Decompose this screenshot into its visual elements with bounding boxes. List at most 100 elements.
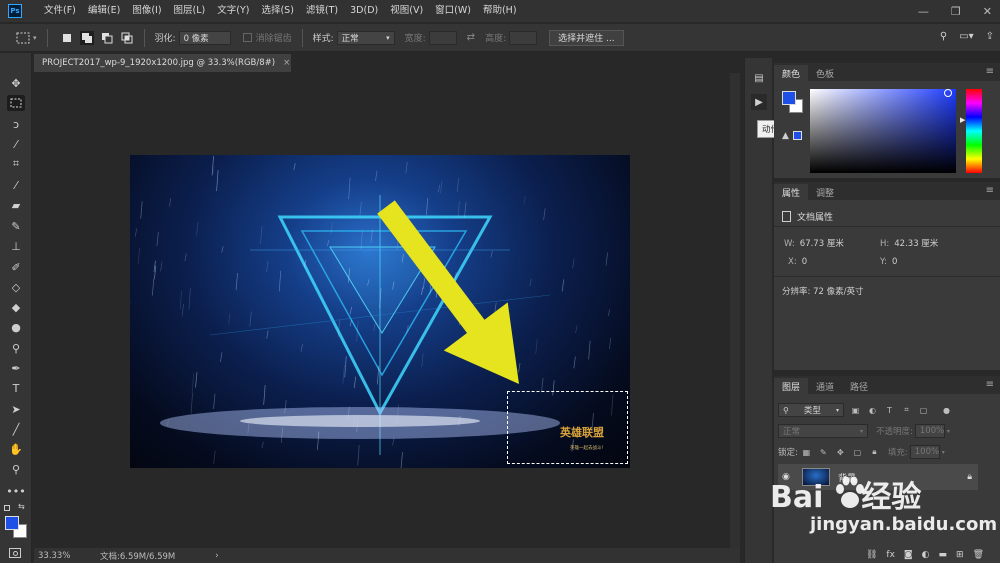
vertical-scrollbar[interactable]: [730, 73, 740, 548]
tab-layers[interactable]: 图层: [774, 378, 809, 394]
zoom-level[interactable]: 33.33%: [34, 551, 78, 561]
close-icon[interactable]: ✕: [983, 5, 992, 18]
width-property-value[interactable]: 67.73 厘米: [800, 239, 844, 249]
tab-swatches[interactable]: 色板: [808, 65, 842, 81]
menu-edit[interactable]: 编辑(E): [82, 0, 126, 22]
feather-input[interactable]: 0 像素: [178, 30, 231, 45]
menu-type[interactable]: 文字(Y): [211, 0, 255, 22]
filter-toggle-icon[interactable]: ●: [941, 405, 952, 416]
lock-transparency-icon[interactable]: ▦: [801, 447, 812, 458]
select-and-mask-button[interactable]: 选择并遮住 ...: [549, 29, 624, 46]
layer-filter-select[interactable]: ⚲ 类型 ▾: [778, 403, 844, 417]
paint-bucket-tool-icon[interactable]: ◆: [7, 299, 25, 315]
add-mask-icon[interactable]: ◙: [904, 550, 913, 560]
lock-position-icon[interactable]: ✥: [835, 447, 846, 458]
swap-colors-icon[interactable]: ⇆: [18, 502, 25, 511]
path-selection-tool-icon[interactable]: ➤: [7, 401, 25, 417]
filter-pixel-icon[interactable]: ▣: [850, 405, 861, 416]
history-panel-icon[interactable]: ▤: [751, 70, 767, 86]
blend-mode-select[interactable]: 正常 ▾: [778, 424, 868, 438]
minimize-icon[interactable]: —: [918, 5, 929, 18]
eraser-tool-icon[interactable]: ◇: [7, 279, 25, 295]
menu-3d[interactable]: 3D(D): [344, 0, 384, 22]
document-tab[interactable]: PROJECT2017_wp-9_1920x1200.jpg @ 33.3%(R…: [34, 54, 291, 72]
new-layer-icon[interactable]: ⊞: [956, 550, 964, 560]
more-tools-icon[interactable]: •••: [6, 483, 25, 499]
menu-image[interactable]: 图像(I): [126, 0, 167, 22]
filter-adjustment-icon[interactable]: ◐: [867, 405, 878, 416]
web-safe-color-swatch[interactable]: [793, 131, 802, 140]
magic-wand-tool-icon[interactable]: ⁄: [7, 136, 25, 152]
marquee-preset-icon[interactable]: [16, 31, 30, 45]
gamut-warning-icon[interactable]: ▲: [782, 131, 789, 141]
x-property-value[interactable]: 0: [802, 257, 807, 267]
trash-icon[interactable]: 🗑︎: [973, 550, 984, 560]
panel-menu-icon[interactable]: ≡: [986, 185, 994, 196]
intersect-selection-icon[interactable]: [120, 31, 134, 45]
pen-tool-icon[interactable]: ✒: [7, 360, 25, 376]
style-select[interactable]: 正常 ▾: [336, 30, 395, 45]
tab-color[interactable]: 颜色: [774, 65, 809, 81]
line-tool-icon[interactable]: ╱: [7, 421, 25, 437]
foreground-color-swatch[interactable]: [782, 91, 796, 105]
layer-style-icon[interactable]: fx: [886, 550, 895, 560]
y-property-value[interactable]: 0: [892, 257, 897, 267]
menu-window[interactable]: 窗口(W): [429, 0, 477, 22]
clone-stamp-tool-icon[interactable]: ⊥: [7, 238, 25, 254]
tab-properties[interactable]: 属性: [774, 184, 809, 200]
filter-type-icon[interactable]: T: [884, 405, 895, 416]
chevron-down-icon[interactable]: ▾: [947, 428, 950, 435]
history-brush-tool-icon[interactable]: ✐: [7, 259, 25, 275]
crop-tool-icon[interactable]: ⌗: [7, 156, 25, 172]
panel-menu-icon[interactable]: ≡: [986, 379, 994, 390]
marquee-tool-icon[interactable]: [7, 95, 25, 111]
workspace-icon[interactable]: ▭▾: [959, 31, 973, 42]
chevron-down-icon[interactable]: ▾: [942, 449, 945, 456]
fill-input[interactable]: 100%: [909, 445, 940, 459]
type-tool-icon[interactable]: T: [7, 380, 25, 396]
new-group-icon[interactable]: ▬: [939, 550, 948, 560]
color-picker-cursor[interactable]: [944, 89, 952, 97]
lasso-tool-icon[interactable]: ↄ: [7, 116, 25, 132]
filter-shape-icon[interactable]: ⌗: [901, 405, 912, 416]
height-property-value[interactable]: 42.33 厘米: [894, 239, 938, 249]
hue-slider[interactable]: [966, 89, 982, 173]
actions-panel-icon[interactable]: ▶: [751, 94, 767, 110]
move-tool-icon[interactable]: ✥: [7, 75, 25, 91]
hand-tool-icon[interactable]: ✋: [7, 441, 25, 457]
opacity-input[interactable]: 100%: [914, 424, 945, 438]
healing-brush-tool-icon[interactable]: ▰: [7, 197, 25, 213]
default-colors-icon[interactable]: [4, 505, 10, 511]
zoom-tool-icon[interactable]: ⚲: [7, 461, 25, 477]
close-tab-icon[interactable]: ×: [283, 58, 290, 68]
brush-tool-icon[interactable]: ✎: [7, 218, 25, 234]
menu-file[interactable]: 文件(F): [38, 0, 82, 22]
lock-artboard-icon[interactable]: ▢: [852, 447, 863, 458]
share-icon[interactable]: ⇪: [986, 31, 994, 42]
dodge-tool-icon[interactable]: ⚲: [7, 340, 25, 356]
lock-all-icon[interactable]: 🔒︎: [869, 447, 880, 458]
link-layers-icon[interactable]: ⛓: [866, 550, 877, 560]
status-menu-arrow[interactable]: ›: [215, 551, 218, 561]
width-input[interactable]: [428, 30, 457, 45]
eyedropper-tool-icon[interactable]: ⁄: [7, 177, 25, 193]
filter-smart-object-icon[interactable]: ▢: [918, 405, 929, 416]
quick-mask-icon[interactable]: [9, 548, 21, 558]
subtract-selection-icon[interactable]: [100, 31, 114, 45]
lock-pixels-icon[interactable]: ✎: [818, 447, 829, 458]
menu-help[interactable]: 帮助(H): [477, 0, 523, 22]
menu-view[interactable]: 视图(V): [384, 0, 429, 22]
antialias-checkbox[interactable]: [242, 33, 252, 42]
panel-menu-icon[interactable]: ≡: [986, 66, 994, 77]
menu-select[interactable]: 选择(S): [255, 0, 299, 22]
restore-icon[interactable]: ❐: [951, 5, 961, 18]
menu-layer[interactable]: 图层(L): [168, 0, 212, 22]
tab-channels[interactable]: 通道: [808, 378, 842, 394]
blur-tool-icon[interactable]: ●: [7, 319, 25, 335]
tab-paths[interactable]: 路径: [842, 378, 876, 394]
marquee-selection[interactable]: [507, 391, 628, 464]
foreground-color-swatch[interactable]: [5, 516, 19, 530]
color-picker-field[interactable]: [810, 89, 956, 173]
new-selection-icon[interactable]: [60, 31, 74, 45]
add-selection-icon[interactable]: [79, 30, 94, 45]
